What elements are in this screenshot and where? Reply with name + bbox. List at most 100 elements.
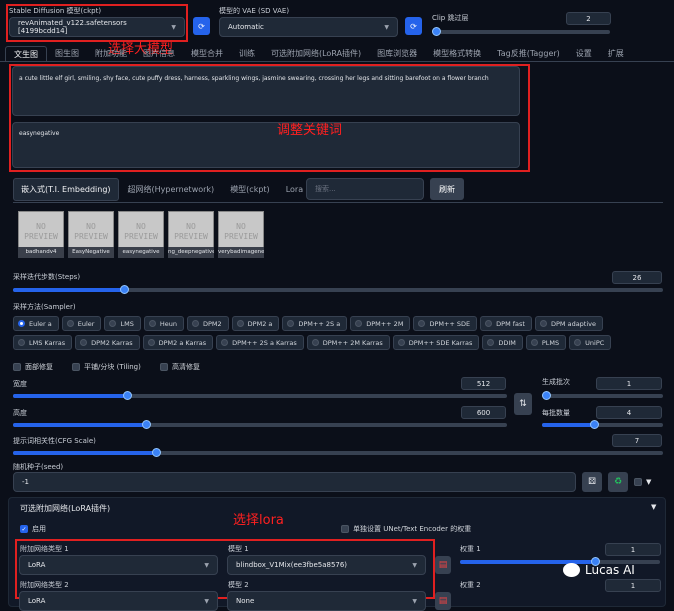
watermark-text: Lucas AI <box>585 563 635 577</box>
tab-img2img[interactable]: 图生图 <box>47 46 87 62</box>
sampler-option[interactable]: DPM2 <box>186 316 229 331</box>
hires-fix-checkbox[interactable]: 高清修复 <box>160 362 200 372</box>
embedding-name: EasyNegative <box>68 247 114 258</box>
model-select[interactable]: revAnimated_v122.safetensors [4199bcdd14… <box>9 17 185 37</box>
tab-extensions[interactable]: 扩展 <box>600 46 632 62</box>
tab-txt2img[interactable]: 文生图 <box>5 46 47 62</box>
height-slider[interactable] <box>13 420 507 429</box>
tab-settings[interactable]: 设置 <box>568 46 600 62</box>
collapse-icon[interactable]: ▼ <box>651 503 656 511</box>
tab-merge[interactable]: 模型合并 <box>183 46 231 62</box>
tiling-checkbox[interactable]: 平铺/分块 (Tiling) <box>72 362 141 372</box>
tab-extras[interactable]: 附加功能 <box>87 46 135 62</box>
sampler-option[interactable]: Euler <box>61 316 102 331</box>
tab-checkpoint[interactable]: 模型(ckpt) <box>223 179 277 200</box>
sampler-option[interactable]: DPM2 Karras <box>75 335 140 350</box>
sampler-option-label: Euler a <box>29 319 52 328</box>
sampler-option[interactable]: DDIM <box>482 335 523 350</box>
tab-embedding[interactable]: 嵌入式(T.I. Embedding) <box>13 178 119 201</box>
separate-weights-checkbox[interactable]: 单独设置 UNet/Text Encoder 的权重 <box>341 524 471 534</box>
sampler-option[interactable]: DPM2 a Karras <box>142 335 214 350</box>
clip-slider[interactable] <box>432 27 610 36</box>
swap-dimensions-button[interactable]: ⇅ <box>514 393 532 415</box>
tab-tagger[interactable]: Tag反推(Tagger) <box>489 46 568 62</box>
batch-count-input[interactable]: 1 <box>596 377 662 390</box>
sampler-option[interactable]: PLMS <box>525 335 567 350</box>
height-label: 高度 <box>13 409 27 417</box>
sampler-option[interactable]: DPM++ 2S a Karras <box>216 335 304 350</box>
sampler-option-label: PLMS <box>541 338 560 347</box>
tab-gallery[interactable]: 图库浏览器 <box>369 46 425 62</box>
embedding-name: ng_deepnegative_v1_75t <box>168 247 214 258</box>
model-1-select[interactable]: blindbox_V1Mix(ee3fbe5a8576) ▼ <box>227 555 426 575</box>
refresh-vae-button[interactable]: ⟳ <box>405 17 422 35</box>
checkbox-box <box>72 363 80 371</box>
reuse-seed-button[interactable]: ♻ <box>608 472 628 492</box>
sampler-option[interactable]: DPM++ SDE Karras <box>392 335 480 350</box>
tab-png-info[interactable]: 图片信息 <box>135 46 183 62</box>
steps-input[interactable]: 26 <box>612 271 662 284</box>
radio-dot <box>221 339 229 346</box>
sampler-option[interactable]: DPM2 a <box>231 316 280 331</box>
batch-size-slider[interactable] <box>542 420 663 429</box>
radio-dot <box>574 339 582 346</box>
lora-panel-title[interactable]: 可选附加网络(LoRA插件) <box>20 503 110 514</box>
model-2-info-button[interactable]: ▤ <box>435 592 451 610</box>
sampler-option[interactable]: UniPC <box>569 335 612 350</box>
clip-value-input[interactable]: 2 <box>566 12 611 25</box>
tab-lora-plugin[interactable]: 可选附加网络(LoRA插件) <box>263 46 369 62</box>
model-1-info-button[interactable]: ▤ <box>435 556 451 574</box>
height-input[interactable]: 600 <box>461 406 506 419</box>
sampler-option[interactable]: DPM++ 2S a <box>282 316 348 331</box>
steps-slider[interactable] <box>13 285 663 294</box>
sampler-option[interactable]: DPM fast <box>480 316 532 331</box>
radio-dot <box>191 320 199 327</box>
cfg-input[interactable]: 7 <box>612 434 662 447</box>
wechat-icon <box>563 563 580 577</box>
model-select-value: revAnimated_v122.safetensors [4199bcdd14… <box>18 19 127 35</box>
sampler-option[interactable]: DPM++ SDE <box>413 316 478 331</box>
width-slider[interactable] <box>13 391 507 400</box>
sampler-option[interactable]: Heun <box>143 316 184 331</box>
sampler-option-label: DPM++ 2S a <box>298 319 341 328</box>
sampler-option[interactable]: DPM adaptive <box>534 316 604 331</box>
face-restore-checkbox[interactable]: 面部修复 <box>13 362 53 372</box>
refresh-networks-button[interactable]: 刷新 <box>430 178 464 200</box>
width-input[interactable]: 512 <box>461 377 506 390</box>
radio-dot <box>355 320 363 327</box>
sampler-option[interactable]: LMS <box>104 316 141 331</box>
network-type-2-select[interactable]: LoRA ▼ <box>19 591 218 611</box>
network-type-1-select[interactable]: LoRA ▼ <box>19 555 218 575</box>
chevron-down-icon: ▼ <box>204 561 209 569</box>
recycle-icon: ♻ <box>613 477 623 487</box>
embedding-thumb-text: NO PREVIEW <box>174 222 208 241</box>
sampler-option-label: DPM++ SDE <box>429 319 471 328</box>
tab-convert[interactable]: 模型格式转换 <box>425 46 489 62</box>
weight-1-input[interactable]: 1 <box>605 543 661 556</box>
lora-enable-label: 启用 <box>32 525 46 533</box>
seed-input[interactable]: -1 <box>13 472 576 492</box>
tab-hypernetwork[interactable]: 超网络(Hypernetwork) <box>121 179 222 200</box>
extra-network-tabs: 嵌入式(T.I. Embedding) 超网络(Hypernetwork) 模型… <box>13 178 310 201</box>
sampler-option-label: DPM2 a <box>247 319 273 328</box>
refresh-model-button[interactable]: ⟳ <box>193 17 210 35</box>
radio-dot <box>311 339 319 346</box>
search-input[interactable]: 搜索... <box>306 178 424 200</box>
dice-icon: ⚄ <box>588 477 596 487</box>
sampler-option[interactable]: Euler a <box>13 316 59 331</box>
sampler-option[interactable]: LMS Karras <box>13 335 73 350</box>
extra-seed-checkbox[interactable]: ▼ <box>634 478 651 486</box>
embedding-name: badhandv4 <box>18 247 64 258</box>
vae-select[interactable]: Automatic ▼ <box>219 17 398 37</box>
cfg-slider[interactable] <box>13 448 663 457</box>
random-seed-button[interactable]: ⚄ <box>582 472 602 492</box>
weight-2-input[interactable]: 1 <box>605 579 661 592</box>
batch-count-slider[interactable] <box>542 391 663 400</box>
network-type-1-label: 附加网络类型 1 <box>20 545 69 553</box>
batch-size-input[interactable]: 4 <box>596 406 662 419</box>
tab-train[interactable]: 训练 <box>231 46 263 62</box>
lora-enable-checkbox[interactable]: ✓ 启用 <box>20 524 46 534</box>
model-2-select[interactable]: None ▼ <box>227 591 426 611</box>
sampler-option[interactable]: DPM++ 2M <box>350 316 411 331</box>
sampler-option[interactable]: DPM++ 2M Karras <box>306 335 390 350</box>
